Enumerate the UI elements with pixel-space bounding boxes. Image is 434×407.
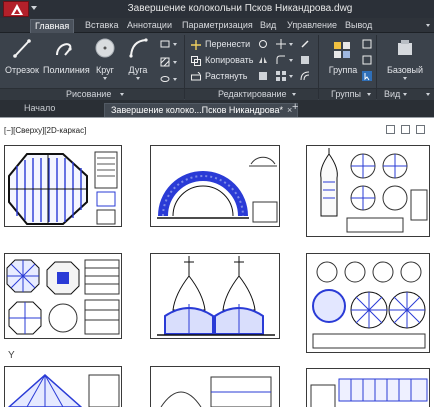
ribbon: Отрезок Полилиния Круг Дуга Рисование Пе… — [0, 33, 434, 100]
new-tab-button[interactable]: + — [292, 101, 298, 113]
polyline-icon — [56, 43, 72, 56]
trim-icon[interactable] — [276, 39, 286, 49]
chevron-down-icon[interactable] — [31, 6, 37, 10]
tab-output[interactable]: Вывод — [345, 19, 372, 33]
scale-icon[interactable] — [258, 71, 268, 81]
roof-plan-drawing — [8, 151, 118, 225]
copy-icon — [191, 56, 201, 66]
group-edit-icon[interactable] — [362, 55, 372, 65]
chevron-down-icon[interactable] — [367, 93, 371, 96]
detail-drawing — [160, 376, 272, 407]
arch-elevation-drawing — [157, 156, 278, 223]
draw-panel-title[interactable]: Рисование — [66, 89, 111, 99]
group-select-icon[interactable] — [362, 71, 372, 81]
chevron-down-icon[interactable] — [426, 24, 430, 27]
drawing-sheet[interactable] — [150, 145, 280, 227]
group-icon — [334, 42, 350, 58]
stretch-icon — [191, 72, 201, 81]
chevron-down-icon[interactable] — [136, 77, 140, 80]
chevron-down-icon[interactable] — [103, 77, 107, 80]
framing-plan-drawing — [6, 259, 120, 335]
modify-panel-title[interactable]: Редактирование — [218, 89, 287, 99]
chevron-down-icon[interactable] — [292, 93, 296, 96]
rosette-details-drawing — [312, 261, 426, 349]
drawing-viewport[interactable]: [−][Сверху][2D-каркас] Y — [0, 117, 434, 407]
viewport-controls-label[interactable]: [−][Сверху][2D-каркас] — [4, 126, 86, 135]
tab-insert[interactable]: Вставка — [85, 19, 118, 33]
window-title: Завершение колокольни Псков Никандрова.d… — [127, 3, 353, 14]
erase-icon[interactable] — [300, 39, 310, 49]
offset-icon[interactable] — [300, 71, 310, 81]
drawing-sheet[interactable] — [4, 145, 122, 227]
drawing-sheet[interactable] — [150, 253, 280, 339]
ucs-axis-label: Y — [8, 350, 15, 361]
tab-view[interactable]: Вид — [260, 19, 276, 33]
fillet-icon[interactable] — [276, 55, 286, 65]
drawing-sheet[interactable] — [306, 253, 430, 353]
move-icon — [191, 40, 201, 50]
tab-home[interactable]: Главная — [30, 19, 75, 33]
drawing-sheet[interactable] — [306, 145, 430, 237]
tab-current-drawing[interactable]: Завершение колоко...Псков Никандрова* × — [104, 103, 299, 117]
close-icon[interactable] — [416, 125, 425, 134]
drawing-sheet[interactable] — [4, 366, 122, 407]
application-menu-button[interactable] — [3, 1, 29, 17]
polyline-tool-button[interactable]: Полилиния — [43, 37, 90, 77]
chevron-down-icon[interactable] — [403, 93, 407, 96]
ungroup-icon[interactable] — [362, 39, 372, 49]
view-panel-title[interactable]: Вид — [384, 89, 400, 99]
arc-icon — [129, 38, 148, 58]
minimize-icon[interactable] — [386, 125, 395, 134]
rotate-icon[interactable] — [258, 39, 268, 49]
title-bar: Завершение колокольни Псков Никандрова.d… — [0, 0, 434, 18]
tab-parametric[interactable]: Параметризация — [182, 19, 253, 33]
tab-manage[interactable]: Управление — [287, 19, 337, 33]
drawing-sheet[interactable] — [150, 366, 280, 407]
spire-sections-drawing — [157, 256, 275, 336]
mirror-icon[interactable] — [258, 55, 268, 65]
restore-icon[interactable] — [401, 125, 410, 134]
rectangle-icon[interactable] — [160, 39, 170, 49]
tab-start[interactable]: Начало — [24, 103, 55, 117]
chevron-down-icon[interactable] — [120, 93, 124, 96]
elevation-strip-drawing — [310, 378, 428, 407]
array-icon[interactable] — [276, 71, 286, 81]
truss-drawing — [7, 373, 120, 407]
file-tab-bar: Начало Завершение колоко...Псков Никандр… — [0, 100, 434, 117]
hatch-icon[interactable] — [160, 57, 170, 67]
drawing-sheet[interactable] — [4, 253, 122, 339]
chevron-down-icon[interactable] — [426, 93, 430, 96]
chevron-down-icon[interactable] — [403, 77, 407, 80]
explode-icon[interactable] — [300, 55, 310, 65]
tab-annotate[interactable]: Аннотации — [127, 19, 172, 33]
line-tool-button[interactable]: Отрезок — [3, 37, 41, 77]
ellipse-icon[interactable] — [160, 74, 170, 84]
base-view-icon — [398, 40, 412, 55]
groups-panel-title[interactable]: Группы — [331, 89, 361, 99]
circle-icon — [95, 38, 115, 58]
cupola-details-drawing — [320, 148, 428, 233]
base-view-button[interactable]: Базовый — [383, 37, 427, 80]
ribbon-tab-bar: Главная Вставка Аннотации Параметризация… — [0, 18, 434, 33]
arc-tool-button[interactable]: Дуга — [119, 37, 157, 80]
line-icon — [13, 39, 31, 58]
drawing-sheet[interactable] — [306, 368, 430, 407]
group-button[interactable]: Группа — [326, 37, 360, 77]
